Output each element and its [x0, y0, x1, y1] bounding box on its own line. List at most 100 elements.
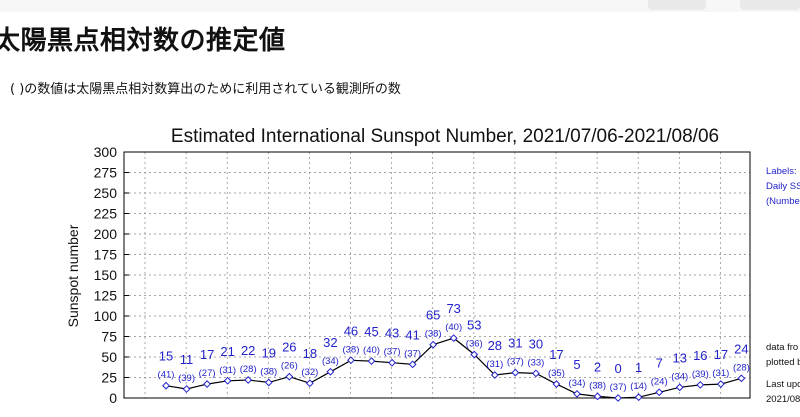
data-label: 30	[529, 336, 543, 351]
data-point	[716, 380, 725, 388]
y-tick-label: 50	[101, 349, 117, 365]
y-axis-label: Sunspot number	[65, 224, 81, 327]
data-label: 65	[426, 308, 440, 323]
station-count-label: (39)	[178, 373, 195, 384]
data-label: 43	[385, 326, 399, 341]
data-label: 32	[323, 335, 337, 350]
data-label: 19	[262, 345, 276, 360]
y-tick-label: 150	[94, 267, 118, 283]
data-label: 22	[241, 343, 255, 358]
data-point	[614, 394, 623, 402]
station-count-label: (28)	[733, 362, 750, 373]
data-point	[552, 380, 561, 388]
data-point	[511, 368, 520, 377]
data-point	[326, 367, 335, 376]
y-tick-label: 100	[94, 308, 118, 324]
chart-title: Estimated International Sunspot Number, …	[171, 126, 719, 147]
data-point	[182, 385, 191, 393]
y-tick-label: 225	[94, 206, 118, 222]
station-count-label: (27)	[199, 368, 216, 379]
legend-note-line: Labels:	[766, 166, 797, 177]
data-point	[305, 379, 314, 388]
station-count-label: (38)	[342, 344, 359, 355]
side-notes: Labels: Daily SS (Numbe data fro plotted b La…	[766, 166, 800, 405]
y-tick-label: 300	[94, 144, 118, 160]
station-count-label: (37)	[384, 347, 401, 358]
station-count-label: (37)	[507, 357, 524, 368]
station-count-label: (37)	[610, 382, 627, 393]
station-count-label: (31)	[219, 365, 236, 376]
data-point	[367, 357, 376, 366]
data-point	[573, 389, 581, 398]
station-count-label: (35)	[548, 368, 565, 379]
y-tick-label: 175	[94, 247, 118, 263]
y-tick-label: 275	[94, 165, 118, 181]
data-label: 17	[549, 347, 563, 362]
y-tick-label: 250	[94, 185, 118, 201]
data-point	[531, 369, 540, 378]
data-source-line: data fro	[766, 342, 798, 353]
station-count-label: (33)	[527, 357, 544, 368]
data-label: 41	[405, 327, 419, 342]
legend-note-line: Daily SS	[766, 181, 800, 192]
daily-series: 15(41)11(39)17(27)21(31)22(28)19(38)26(2…	[158, 301, 750, 402]
data-label: 53	[467, 318, 481, 333]
y-tick-label: 75	[101, 329, 117, 345]
station-count-label: (37)	[404, 348, 421, 359]
data-label: 21	[220, 344, 234, 359]
station-count-label: (14)	[630, 381, 647, 392]
data-point	[264, 378, 273, 387]
last-update-line: 2021/08	[766, 394, 800, 405]
data-label: 24	[734, 341, 748, 356]
station-count-label: (34)	[322, 356, 339, 367]
data-label: 17	[714, 347, 728, 362]
y-tick-label: 0	[109, 390, 117, 406]
data-point	[737, 374, 746, 383]
data-label: 45	[364, 324, 378, 339]
data-point	[203, 380, 212, 388]
data-point	[388, 358, 396, 367]
station-count-label: (24)	[651, 376, 668, 387]
data-point	[162, 381, 170, 390]
last-update-line: Last upd	[766, 379, 800, 390]
data-point	[675, 383, 684, 392]
y-tick-label: 125	[94, 288, 118, 304]
data-label: 31	[508, 336, 522, 351]
data-label: 15	[159, 349, 173, 364]
data-label: 46	[344, 323, 358, 338]
station-count-label: (41)	[158, 370, 175, 381]
data-point	[655, 388, 664, 397]
data-label: 1	[635, 360, 642, 375]
station-count-label: (31)	[712, 368, 729, 379]
station-count-label: (39)	[692, 369, 709, 380]
data-label: 2	[594, 359, 601, 374]
data-point	[347, 356, 355, 365]
station-count-label: (40)	[363, 345, 380, 356]
data-label: 18	[303, 346, 317, 361]
station-count-label: (28)	[240, 364, 257, 375]
station-count-label: (40)	[445, 322, 462, 333]
data-point	[696, 380, 705, 389]
data-label: 5	[573, 357, 580, 372]
station-count-label: (38)	[425, 329, 442, 340]
station-count-label: (31)	[486, 359, 503, 370]
sunspot-chart: Estimated International Sunspot Number, …	[65, 126, 800, 406]
data-point	[593, 392, 602, 401]
data-point	[223, 376, 232, 385]
data-label: 0	[614, 361, 621, 376]
station-count-label: (36)	[466, 339, 483, 350]
data-label: 26	[282, 340, 296, 355]
station-count-label: (34)	[671, 371, 688, 382]
data-label: 13	[673, 350, 687, 365]
legend-note-line: (Numbe	[766, 196, 800, 207]
station-count-label: (32)	[301, 367, 318, 378]
data-source-line: plotted b	[766, 357, 800, 368]
data-label: 28	[488, 338, 502, 353]
station-count-label: (38)	[260, 366, 277, 377]
station-count-label: (34)	[569, 378, 586, 389]
y-tick-label: 25	[101, 370, 117, 386]
data-label: 7	[656, 355, 663, 370]
station-count-label: (26)	[281, 361, 298, 372]
data-point	[285, 372, 294, 381]
data-label: 11	[180, 352, 194, 367]
